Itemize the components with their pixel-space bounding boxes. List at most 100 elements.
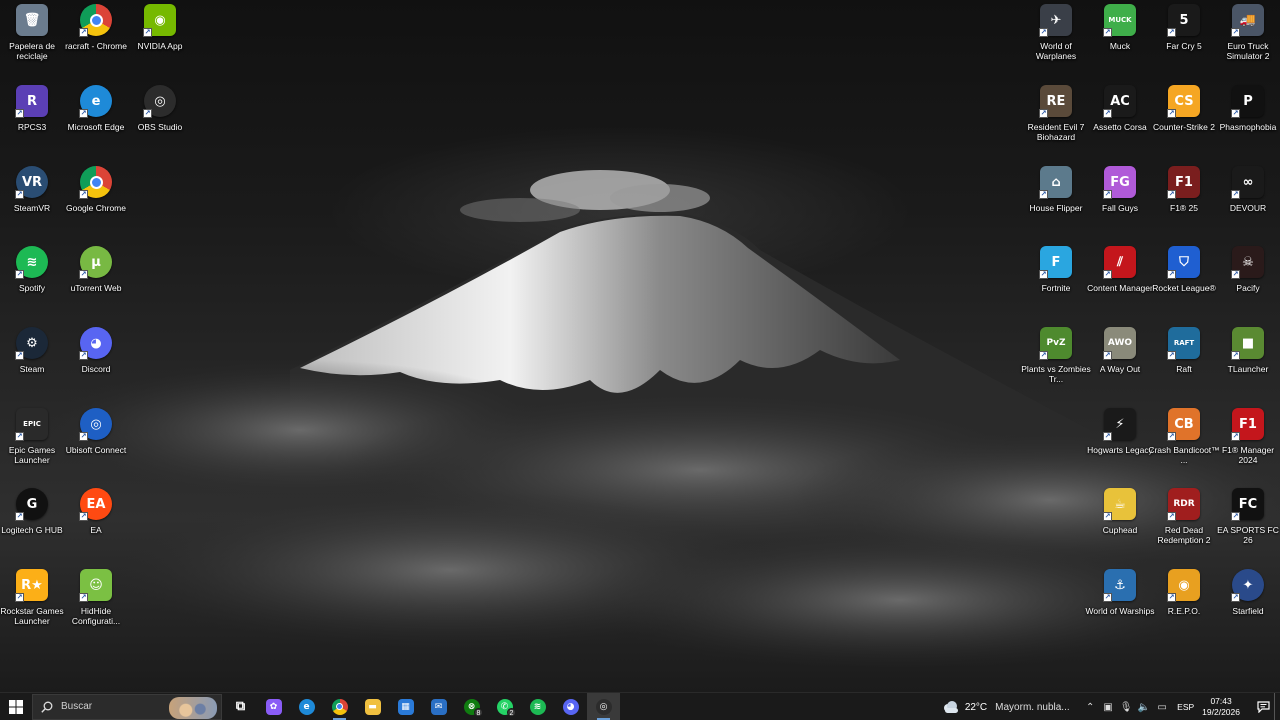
ubisoft-icon: ◎ ↗ xyxy=(79,408,112,441)
camera-icon[interactable]: ▣ xyxy=(1100,693,1116,720)
desktop-shortcut[interactable]: R★ ↗ Rockstar Games Launcher xyxy=(0,565,64,641)
desktop-shortcut[interactable]: ◎ ↗ Ubisoft Connect xyxy=(64,404,128,480)
taskbar-app-button[interactable]: ▦ xyxy=(389,693,422,720)
taskbar-app-button[interactable] xyxy=(323,693,356,720)
taskbar-app-button[interactable]: ◕ xyxy=(554,693,587,720)
desktop-shortcut[interactable]: RDR ↗ Red Dead Redemption 2 xyxy=(1152,484,1216,560)
ets2-icon: 🚚 ↗ xyxy=(1231,4,1264,37)
desktop-shortcut[interactable]: ⚓ ↗ World of Warships xyxy=(1086,565,1154,641)
shortcut-arrow-icon: ↗ xyxy=(1231,109,1240,118)
shortcut-arrow-icon: ↗ xyxy=(1039,351,1048,360)
desktop-shortcut[interactable]: ◉ ↗ R.E.P.O. xyxy=(1152,565,1216,641)
taskbar-app-button[interactable]: ⊗ 8 xyxy=(455,693,488,720)
desktop-shortcut[interactable]: EPIC ↗ Epic Games Launcher xyxy=(0,404,64,480)
desktop-shortcut[interactable]: ⌂ ↗ House Flipper xyxy=(1024,162,1088,238)
edge-icon: e ↗ xyxy=(79,85,112,118)
desktop-shortcut-label: Microsoft Edge xyxy=(67,122,125,132)
desktop-shortcut[interactable]: ✦ ↗ Starfield xyxy=(1216,565,1280,641)
taskbar-app-button[interactable]: ▬ xyxy=(356,693,389,720)
taskbar-app-button[interactable]: ✆ 2 xyxy=(488,693,521,720)
desktop-shortcut[interactable]: ☕ ↗ Cuphead xyxy=(1088,484,1152,560)
notification-center-button[interactable] xyxy=(1252,693,1274,720)
desktop-shortcut[interactable]: RAFT ↗ Raft xyxy=(1152,323,1216,399)
shortcut-arrow-icon: ↗ xyxy=(1103,593,1112,602)
volume-icon[interactable]: 🔈 xyxy=(1136,693,1152,720)
shortcut-arrow-icon: ↗ xyxy=(1103,190,1112,199)
desktop-shortcut-label: Content Manager xyxy=(1087,283,1153,293)
taskbar-search-box[interactable]: Buscar xyxy=(32,693,222,720)
shortcut-arrow-icon: ↗ xyxy=(1167,190,1176,199)
desktop-shortcut[interactable]: MUCK ↗ Muck xyxy=(1088,0,1152,76)
language-indicator[interactable]: ESP xyxy=(1177,702,1194,712)
desktop-shortcut[interactable]: ∞ ↗ DEVOUR xyxy=(1216,162,1280,238)
desktop-shortcut[interactable]: ◕ ↗ Discord xyxy=(64,323,128,399)
rocket-league-icon: ⛉ ↗ xyxy=(1167,246,1200,279)
rpcs3-icon: R ↗ xyxy=(15,85,48,118)
shortcut-arrow-icon: ↗ xyxy=(15,270,24,279)
shortcut-arrow-icon: ↗ xyxy=(79,512,88,521)
taskbar-app-button[interactable]: ✿ xyxy=(257,693,290,720)
microphone-icon[interactable]: 🎙 xyxy=(1118,693,1134,720)
desktop-shortcut[interactable]: e ↗ Microsoft Edge xyxy=(64,81,128,157)
show-desktop-button[interactable] xyxy=(1274,693,1280,720)
desktop-shortcut[interactable]: FC ↗ EA SPORTS FC 26 xyxy=(1216,484,1280,560)
clock-time: 07:43 xyxy=(1210,696,1232,706)
desktop-shortcut[interactable]: ◉ ↗ NVIDIA App xyxy=(128,0,192,76)
desktop-shortcut[interactable]: 🚚 ↗ Euro Truck Simulator 2 xyxy=(1216,0,1280,76)
desktop-shortcut[interactable]: CB ↗ Crash Bandicoot™ ... xyxy=(1148,404,1220,480)
desktop-shortcut[interactable]: PvZ ↗ Plants vs Zombies Tr... xyxy=(1021,323,1091,399)
desktop-shortcut[interactable]: F ↗ Fortnite xyxy=(1024,242,1088,318)
desktop-shortcut[interactable]: ⚡ ↗ Hogwarts Legacy xyxy=(1087,404,1153,480)
desktop-shortcut[interactable]: G ↗ Logitech G HUB xyxy=(0,484,64,560)
desktop-shortcut[interactable]: VR ↗ SteamVR xyxy=(0,162,64,238)
desktop-shortcut[interactable]: 🗑 Papelera de reciclaje xyxy=(0,0,64,76)
mail-icon: ✉ xyxy=(430,698,447,715)
taskbar-app-button[interactable]: ⧉ xyxy=(224,693,257,720)
clock[interactable]: 07:43 19/2/2026 xyxy=(1202,696,1240,718)
red-dead-redemption-2-icon: RDR ↗ xyxy=(1167,488,1200,521)
desktop-shortcut[interactable]: ↗ racraft - Chrome xyxy=(64,0,128,76)
desktop-shortcut[interactable]: AC ↗ Assetto Corsa xyxy=(1088,81,1152,157)
desktop-shortcut[interactable]: 5 ↗ Far Cry 5 xyxy=(1152,0,1216,76)
desktop-shortcut[interactable]: ⚙ ↗ Steam xyxy=(0,323,64,399)
search-highlight-image xyxy=(169,696,217,719)
desktop-shortcut[interactable]: ✈ ↗ World of Warplanes xyxy=(1024,0,1088,76)
desktop-shortcut[interactable]: ■ ↗ TLauncher xyxy=(1216,323,1280,399)
content-manager-icon: ⫽ ↗ xyxy=(1103,246,1136,279)
taskbar-app-button[interactable]: ◎ xyxy=(587,692,620,720)
desktop-shortcut[interactable]: ☺ ↗ HidHide Configurati... xyxy=(64,565,128,641)
chevron-up-icon[interactable]: ⌃ xyxy=(1082,693,1098,720)
desktop-shortcut[interactable]: EA ↗ EA xyxy=(64,484,128,560)
desktop-shortcut-label: EA xyxy=(90,525,102,535)
desktop-shortcut[interactable]: F1 ↗ F1® Manager 2024 xyxy=(1216,404,1280,480)
spotify-icon: ≋ xyxy=(529,698,546,715)
desktop-shortcut[interactable]: μ ↗ uTorrent Web xyxy=(64,242,128,318)
taskbar-app-button[interactable]: ≋ xyxy=(521,693,554,720)
desktop-shortcut[interactable]: CS ↗ Counter-Strike 2 xyxy=(1152,81,1216,157)
desktop-shortcut-label: Pacify xyxy=(1236,283,1260,293)
desktop-shortcut[interactable]: R ↗ RPCS3 xyxy=(0,81,64,157)
desktop-shortcut[interactable]: ⛉ ↗ Rocket League® xyxy=(1152,242,1216,318)
weather-widget[interactable]: 22°C Mayorm. nubla... xyxy=(942,701,1071,713)
desktop-shortcut[interactable]: P ↗ Phasmophobia xyxy=(1216,81,1280,157)
shortcut-arrow-icon: ↗ xyxy=(1231,593,1240,602)
shortcut-arrow-icon: ↗ xyxy=(1167,28,1176,37)
desktop-shortcut[interactable]: ⫽ ↗ Content Manager xyxy=(1087,242,1153,318)
desktop-shortcut[interactable]: FG ↗ Fall Guys xyxy=(1088,162,1152,238)
start-button[interactable] xyxy=(0,693,32,720)
network-icon[interactable]: ▭ xyxy=(1154,693,1170,720)
tlauncher-icon: ■ ↗ xyxy=(1231,327,1264,360)
desktop-shortcut[interactable]: RE ↗ Resident Evil 7 Biohazard xyxy=(1024,81,1088,157)
desktop-shortcut[interactable]: F1 ↗ F1® 25 xyxy=(1152,162,1216,238)
desktop-shortcut[interactable]: ◎ ↗ OBS Studio xyxy=(128,81,192,157)
desktop-shortcut[interactable]: ≋ ↗ Spotify xyxy=(0,242,64,318)
desktop-shortcut[interactable]: AWO ↗ A Way Out xyxy=(1088,323,1152,399)
taskbar-app-button[interactable]: e xyxy=(290,693,323,720)
shortcut-arrow-icon: ↗ xyxy=(15,190,24,199)
logitech-icon: G ↗ xyxy=(15,488,48,521)
desktop-shortcut-label: Google Chrome xyxy=(65,203,126,213)
desktop-shortcut[interactable]: ☠ ↗ Pacify xyxy=(1216,242,1280,318)
taskbar-app-button[interactable]: ✉ xyxy=(422,693,455,720)
desktop-shortcut-label: Rockstar Games Launcher xyxy=(0,606,64,626)
desktop-shortcut[interactable]: ↗ Google Chrome xyxy=(64,162,128,238)
